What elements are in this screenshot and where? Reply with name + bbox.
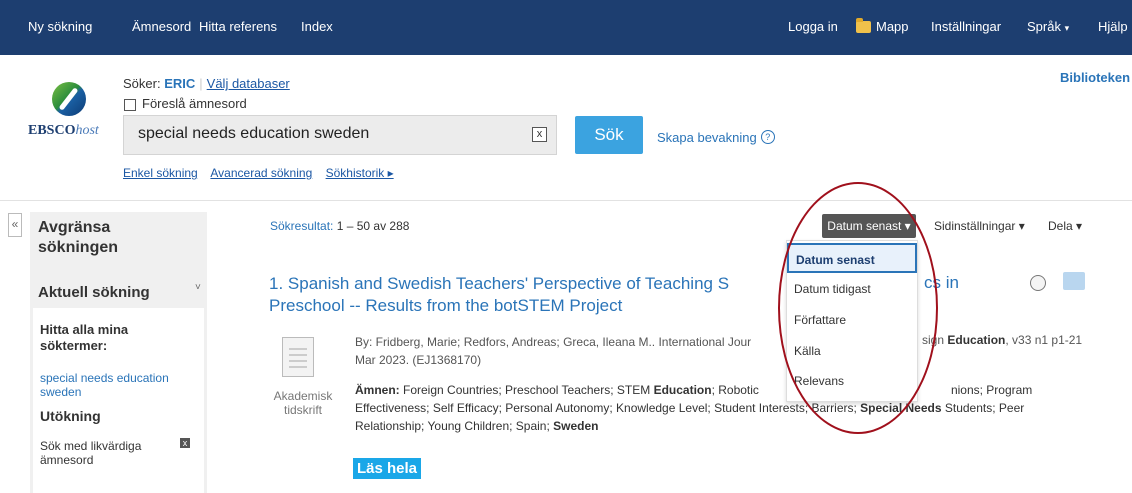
ebscohost-logo-text[interactable]: EBSCOhost [28, 123, 99, 139]
search-mode-links: Enkel sökning Avancerad sökning Sökhisto… [123, 166, 404, 180]
logo-text-host: host [75, 123, 99, 138]
sort-dropdown-menu: Datum senast Datum tidigast Författare K… [786, 240, 918, 402]
search-box [123, 115, 557, 155]
preview-icon[interactable] [1030, 275, 1046, 291]
subjects-text: nions; Program [950, 383, 1033, 397]
subjects-highlight: Education [653, 383, 712, 397]
sort-option-relevance[interactable]: Relevans [787, 366, 917, 396]
top-nav-bar: Ny sökning Ämnesord Hitta referens Index… [0, 0, 1132, 55]
basic-search-link[interactable]: Enkel sökning [123, 166, 198, 180]
sort-option-oldest[interactable]: Datum tidigast [787, 274, 917, 304]
current-search-heading[interactable]: Aktuell sökning [38, 284, 150, 301]
subjects-text: Foreign Countries; Preschool Teachers; S… [399, 383, 654, 397]
searching-database-line: Söker: ERIC | Välj databaser [123, 76, 290, 91]
sort-option-newest[interactable]: Datum senast [787, 243, 917, 273]
result-title-link[interactable]: 1. Spanish and Swedish Teachers' Perspec… [269, 273, 789, 317]
ebsco-logo-icon[interactable] [52, 82, 86, 116]
sort-option-source[interactable]: Källa [787, 336, 917, 366]
searching-label: Söker: [123, 76, 161, 91]
collapse-sidebar-button[interactable]: « [8, 213, 22, 237]
byline-source-pre: sign [922, 333, 948, 347]
clear-search-button[interactable]: x [532, 127, 547, 142]
search-button[interactable]: Sök [575, 116, 643, 154]
nav-folder[interactable]: Mapp [876, 19, 909, 34]
search-term-link[interactable]: special needs education sweden [40, 371, 200, 399]
share-button[interactable]: Dela ▾ [1048, 219, 1082, 233]
choose-databases-link[interactable]: Välj databaser [207, 76, 290, 91]
byline-source-post: , v33 n1 p1-21 [1005, 333, 1083, 347]
header-divider [0, 200, 1132, 201]
current-search-panel: Hitta alla mina söktermer: special needs… [33, 308, 204, 493]
sort-dropdown-button[interactable]: Datum senast ▾ [822, 214, 916, 238]
sidebar-title: Avgränsa sökningen [38, 219, 119, 256]
subjects-highlight: Sweden [553, 419, 599, 433]
result-count-value: 1 – 50 av 288 [336, 219, 410, 233]
remove-expander-icon[interactable]: x [180, 438, 190, 448]
logo-text-main: EBSCO [28, 123, 76, 138]
database-name[interactable]: ERIC [164, 76, 195, 91]
byline-source-tail: sign Education, v33 n1 p1-21 [922, 333, 1082, 347]
create-alert-label: Skapa bevakning [657, 130, 757, 145]
sort-option-author[interactable]: Författare [787, 305, 917, 335]
advanced-search-link[interactable]: Avancerad sökning [210, 166, 312, 180]
find-all-terms-label: Hitta alla mina söktermer: [40, 322, 129, 353]
result-byline: By: Fridberg, Marie; Redfors, Andreas; G… [355, 333, 790, 369]
nav-login[interactable]: Logga in [788, 19, 838, 34]
chevron-down-icon[interactable]: ˅ [195, 282, 201, 293]
folder-icon[interactable] [856, 18, 871, 33]
byline-authors: By: Fridberg, Marie; Redfors, Andreas; G… [355, 335, 752, 349]
expanders-heading: Utökning [40, 408, 101, 424]
nav-language-label: Språk [1027, 19, 1061, 34]
suggest-subjects-checkbox[interactable] [124, 98, 136, 111]
nav-find-reference[interactable]: Hitta referens [199, 19, 277, 34]
byline-date: Mar 2023. (EJ1368170) [355, 353, 482, 367]
nav-index[interactable]: Index [301, 19, 333, 34]
equivalent-subjects-label: Sök med likvärdiga ämnesord [40, 439, 142, 467]
help-icon[interactable]: ? [760, 130, 775, 144]
subjects-label: Ämnen: [355, 383, 400, 397]
add-to-folder-icon[interactable] [1063, 272, 1085, 290]
create-alert-link[interactable]: Skapa bevakning? [657, 130, 775, 145]
nav-language[interactable]: Språk ▾ [1027, 19, 1069, 34]
subjects-text: Effectiveness; Self Efficacy; Personal A… [355, 401, 861, 415]
byline-source-bold: Education [947, 333, 1006, 347]
journal-icon [282, 337, 314, 377]
result-title-part2: Preschool -- Results from the botSTEM Pr… [269, 296, 623, 315]
suggest-subjects-label: Föreslå ämnesord [142, 96, 247, 111]
subjects-text: Relationship; Young Children; Spain; [355, 419, 554, 433]
chevron-down-icon: ▾ [1064, 23, 1070, 33]
result-count-label: Sökresultat: [270, 219, 334, 233]
result-index: 1. [269, 274, 284, 293]
result-subjects: Ämnen: Foreign Countries; Preschool Teac… [355, 381, 1095, 435]
document-type: Akademisk tidskrift [273, 389, 333, 417]
nav-help[interactable]: Hjälp [1098, 19, 1128, 34]
page-options-button[interactable]: Sidinställningar ▾ [934, 219, 1025, 233]
result-count: Sökresultat: 1 – 50 av 288 [270, 219, 409, 233]
subjects-text: Students; Peer [941, 401, 1025, 415]
suggest-subjects-option[interactable]: Föreslå ämnesord [124, 96, 247, 111]
read-full-text-link[interactable]: Läs hela [353, 458, 422, 479]
nav-new-search[interactable]: Ny sökning [28, 19, 92, 34]
result-title-tail[interactable]: cs in [924, 273, 959, 293]
search-history-link[interactable]: Sökhistorik ▸ [326, 166, 394, 180]
library-link[interactable]: Biblioteken [1060, 70, 1130, 85]
search-input[interactable] [138, 125, 518, 143]
nav-settings[interactable]: Inställningar [931, 19, 1001, 34]
subjects-text: ; Robotic [711, 383, 759, 397]
refine-sidebar: Avgränsa sökningen Aktuell sökning ˅ Hit… [30, 212, 207, 493]
subjects-highlight: Special Needs [860, 401, 942, 415]
nav-subjects[interactable]: Ämnesord [132, 19, 191, 34]
result-title-part1: Spanish and Swedish Teachers' Perspectiv… [287, 274, 730, 293]
